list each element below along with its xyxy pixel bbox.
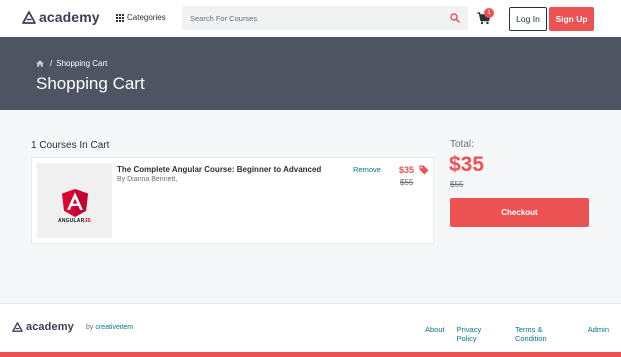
academy-logo-icon xyxy=(12,322,23,332)
footer-link-privacy[interactable]: Privacy Policy xyxy=(457,325,503,343)
course-thumbnail[interactable]: ANGULARJS xyxy=(37,163,112,238)
tag-icon xyxy=(419,165,429,175)
footer-credit-link[interactable]: creativeitem xyxy=(95,324,133,331)
footer-link-terms[interactable]: Terms & Condition xyxy=(515,325,576,343)
item-price: $35 xyxy=(399,165,415,175)
page-banner: / Shopping Cart Shopping Cart xyxy=(0,37,621,110)
cart-count-badge: 1 xyxy=(484,8,494,18)
page-title: Shopping Cart xyxy=(36,74,145,93)
course-author: By Dianna Bennett, xyxy=(117,176,178,183)
footer-credit: by creativeitem xyxy=(86,324,133,331)
angular-logo-text: ANGULARJS xyxy=(58,218,91,224)
footer: academy by creativeitem About Privacy Po… xyxy=(0,303,621,357)
breadcrumb-separator: / xyxy=(50,59,53,68)
checkout-button[interactable]: Checkout xyxy=(450,198,589,227)
item-original-price: $55 xyxy=(400,178,414,187)
search-box xyxy=(182,6,468,30)
footer-brand-logo[interactable]: academy xyxy=(12,321,74,333)
login-button[interactable]: Log In xyxy=(509,7,547,31)
footer-link-about[interactable]: About xyxy=(425,325,445,343)
angular-logo-icon xyxy=(62,189,88,217)
total-label: Total: xyxy=(450,139,474,150)
categories-menu[interactable]: Categories xyxy=(116,13,166,22)
footer-links: About Privacy Policy Terms & Condition A… xyxy=(425,325,621,343)
brand-logo[interactable]: academy xyxy=(22,9,100,25)
search-icon[interactable] xyxy=(450,13,460,23)
footer-accent-bar xyxy=(0,352,621,357)
grid-icon xyxy=(116,13,124,22)
search-input[interactable] xyxy=(190,11,430,25)
top-navbar: academy Categories 1 Log In Sign Up xyxy=(0,0,621,37)
remove-item-link[interactable]: Remove xyxy=(353,165,381,174)
footer-credit-prefix: by xyxy=(86,324,94,331)
footer-link-admin[interactable]: Admin xyxy=(588,325,609,343)
home-icon[interactable] xyxy=(36,60,44,67)
breadcrumb: / Shopping Cart xyxy=(36,59,107,68)
cart-item: ANGULARJS The Complete Angular Course: B… xyxy=(31,157,434,244)
brand-name: academy xyxy=(39,9,100,25)
original-total-price: $55 xyxy=(450,180,464,189)
categories-label: Categories xyxy=(127,13,166,22)
total-price: $35 xyxy=(449,153,485,176)
signup-button[interactable]: Sign Up xyxy=(549,7,594,31)
breadcrumb-current[interactable]: Shopping Cart xyxy=(56,59,107,68)
course-title[interactable]: The Complete Angular Course: Beginner to… xyxy=(117,165,321,174)
footer-brand-name: academy xyxy=(26,321,74,333)
cart-count-heading: 1 Courses In Cart xyxy=(31,140,110,151)
academy-logo-icon xyxy=(22,10,36,24)
